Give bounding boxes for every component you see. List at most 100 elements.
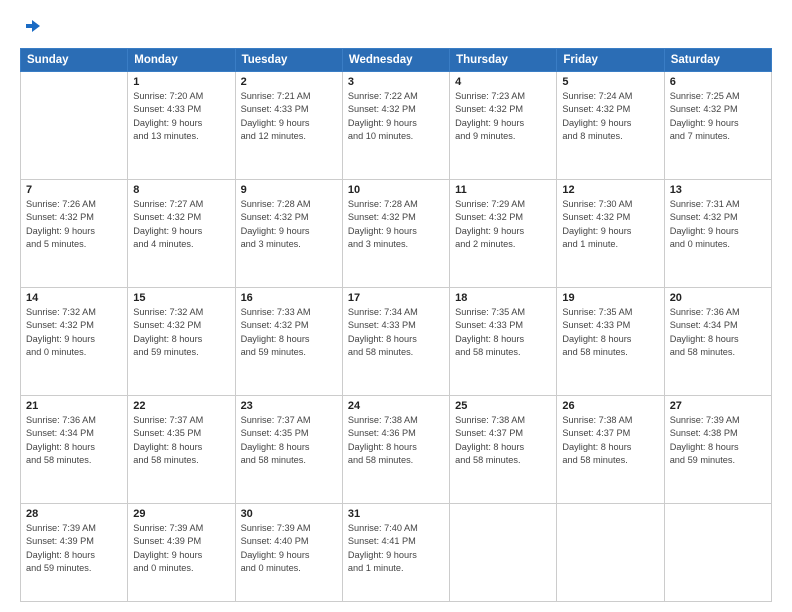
sunrise-text: Sunrise: 7:39 AM <box>241 523 311 533</box>
calendar-cell: 24Sunrise: 7:38 AMSunset: 4:36 PMDayligh… <box>342 395 449 503</box>
day-info: Sunrise: 7:22 AM Sunset: 4:32 PM Daylight:… <box>348 90 444 143</box>
calendar-cell: 17Sunrise: 7:34 AMSunset: 4:33 PMDayligh… <box>342 287 449 395</box>
day-info: Sunrise: 7:20 AMSunset: 4:33 PMDaylight:… <box>133 90 229 143</box>
day-number: 4 <box>455 76 551 88</box>
calendar-cell: 28Sunrise: 7:39 AMSunset: 4:39 PMDayligh… <box>21 503 128 601</box>
daylight-minutes-text: and 59 minutes. <box>241 347 306 357</box>
sunset-text: Sunset: 4:41 PM <box>348 536 416 546</box>
day-number: 1 <box>133 76 229 88</box>
sunrise-text: Sunrise: 7:33 AM <box>241 307 311 317</box>
day-number: 24 <box>348 400 444 412</box>
daylight-text: Daylight: 8 hours <box>241 334 310 344</box>
calendar-week-row: 14Sunrise: 7:32 AMSunset: 4:32 PMDayligh… <box>21 287 772 395</box>
daylight-minutes-text: and 7 minutes. <box>670 131 730 141</box>
day-info: Sunrise: 7:30 AMSunset: 4:32 PMDaylight:… <box>562 198 658 251</box>
sunset-text: Sunset: 4:37 PM <box>455 428 523 438</box>
sunrise-text: Sunrise: 7:37 AM <box>133 415 203 425</box>
sunset-text: Sunset: 4:33 PM <box>455 320 523 330</box>
sunrise-text: Sunrise: 7:28 AM <box>348 199 418 209</box>
daylight-text: Daylight: 8 hours <box>348 334 417 344</box>
sunrise-text: Sunrise: 7:35 AM <box>455 307 525 317</box>
calendar-cell: 3Sunrise: 7:22 AMSunset: 4:32 PMDaylight… <box>342 72 449 180</box>
sunset-text: Sunset: 4:32 PM <box>562 212 630 222</box>
daylight-minutes-text: and 59 minutes. <box>133 347 198 357</box>
day-number: 5 <box>562 76 658 88</box>
day-number: 17 <box>348 292 444 304</box>
day-info: Sunrise: 7:35 AMSunset: 4:33 PMDaylight:… <box>562 306 658 359</box>
daylight-minutes-text: and 58 minutes. <box>562 455 627 465</box>
day-number: 15 <box>133 292 229 304</box>
daylight-text: Daylight: 9 hours <box>26 226 95 236</box>
sunset-text: Sunset: 4:32 PM <box>241 320 309 330</box>
day-info: Sunrise: 7:40 AMSunset: 4:41 PMDaylight:… <box>348 522 444 575</box>
daylight-text: Daylight: 8 hours <box>455 334 524 344</box>
sunset-text: Sunset: 4:35 PM <box>241 428 309 438</box>
daylight-minutes-text: and 9 minutes. <box>455 131 515 141</box>
daylight-minutes-text: and 58 minutes. <box>562 347 627 357</box>
sunrise-text: Sunrise: 7:34 AM <box>348 307 418 317</box>
sunrise-text: Sunrise: 7:22 AM <box>348 91 418 101</box>
day-number: 31 <box>348 508 444 520</box>
calendar-cell: 14Sunrise: 7:32 AMSunset: 4:32 PMDayligh… <box>21 287 128 395</box>
calendar-cell: 23Sunrise: 7:37 AMSunset: 4:35 PMDayligh… <box>235 395 342 503</box>
calendar-cell: 7Sunrise: 7:26 AMSunset: 4:32 PMDaylight… <box>21 179 128 287</box>
calendar-cell: 6Sunrise: 7:25 AMSunset: 4:32 PMDaylight… <box>664 72 771 180</box>
sunrise-text: Sunrise: 7:20 AM <box>133 91 203 101</box>
calendar-cell: 25 Sunrise: 7:38 AMSunset: 4:37 PMDayligh… <box>450 395 557 503</box>
calendar-cell <box>450 503 557 601</box>
daylight-minutes-text: and 58 minutes. <box>133 455 198 465</box>
day-number: 25 <box>455 400 551 412</box>
daylight-minutes-text: and 8 minutes. <box>562 131 622 141</box>
sunset-text: Sunset: 4:32 PM <box>670 104 738 114</box>
daylight-minutes-text: and 0 minutes. <box>26 347 86 357</box>
calendar-cell: 13Sunrise: 7:31 AMSunset: 4:32 PMDayligh… <box>664 179 771 287</box>
daylight-text: Daylight: 9 hours <box>133 550 202 560</box>
daylight-minutes-text: and 58 minutes. <box>241 455 306 465</box>
sunrise-text: Sunrise: 7:31 AM <box>670 199 740 209</box>
daylight-minutes-text: and 3 minutes. <box>241 239 301 249</box>
day-number: 13 <box>670 184 766 196</box>
calendar-table: SundayMondayTuesdayWednesdayThursdayFrid… <box>20 48 772 602</box>
day-info: Sunrise: 7:36 AMSunset: 4:34 PMDaylight:… <box>26 414 122 467</box>
daylight-text: Daylight: 9 hours <box>241 118 310 128</box>
sunrise-text: Sunrise: 7:26 AM <box>26 199 96 209</box>
daylight-text: Daylight: 9 hours <box>670 118 739 128</box>
daylight-text: Daylight: 9 hours <box>348 550 417 560</box>
calendar-week-row: 21Sunrise: 7:36 AMSunset: 4:34 PMDayligh… <box>21 395 772 503</box>
header <box>20 18 772 38</box>
sunrise-text: Sunrise: 7:32 AM <box>26 307 96 317</box>
calendar-cell: 8Sunrise: 7:27 AMSunset: 4:32 PMDaylight… <box>128 179 235 287</box>
weekday-header-tuesday: Tuesday <box>235 49 342 72</box>
sunrise-text: Sunrise: 7:36 AM <box>670 307 740 317</box>
calendar-cell: 27Sunrise: 7:39 AMSunset: 4:38 PMDayligh… <box>664 395 771 503</box>
day-info: Sunrise: 7:29 AMSunset: 4:32 PMDaylight:… <box>455 198 551 251</box>
sunrise-text: Sunrise: 7:24 AM <box>562 91 632 101</box>
sunset-text: Sunset: 4:32 PM <box>348 104 416 114</box>
sunrise-text: Sunrise: 7:35 AM <box>562 307 632 317</box>
calendar-cell <box>21 72 128 180</box>
daylight-text: Daylight: 9 hours <box>241 550 310 560</box>
sunset-text: Sunset: 4:40 PM <box>241 536 309 546</box>
sunset-text: Sunset: 4:35 PM <box>133 428 201 438</box>
sunrise-text: Sunrise: 7:28 AM <box>241 199 311 209</box>
calendar-cell: 4Sunrise: 7:23 AMSunset: 4:32 PMDaylight… <box>450 72 557 180</box>
daylight-text: Daylight: 8 hours <box>26 550 95 560</box>
day-info: Sunrise: 7:38 AMSunset: 4:37 PMDaylight:… <box>455 414 551 467</box>
sunrise-text: Sunrise: 7:36 AM <box>26 415 96 425</box>
day-info: Sunrise: 7:35 AM Sunset: 4:33 PM Daylight:… <box>455 306 551 359</box>
calendar-cell: 15Sunrise: 7:32 AMSunset: 4:32 PMDayligh… <box>128 287 235 395</box>
daylight-text: Daylight: 9 hours <box>133 118 202 128</box>
daylight-text: Daylight: 9 hours <box>348 118 417 128</box>
calendar-cell: 10Sunrise: 7:28 AMSunset: 4:32 PMDayligh… <box>342 179 449 287</box>
day-info: Sunrise: 7:36 AMSunset: 4:34 PMDaylight:… <box>670 306 766 359</box>
day-number: 29 <box>133 508 229 520</box>
sunrise-text: Sunrise: 7:25 AM <box>670 91 740 101</box>
day-number: 8 <box>133 184 229 196</box>
sunset-text: Sunset: 4:33 PM <box>562 320 630 330</box>
day-info: Sunrise: 7:39 AMSunset: 4:39 PMDaylight:… <box>133 522 229 575</box>
day-info: Sunrise: 7:38 AMSunset: 4:37 PMDaylight:… <box>562 414 658 467</box>
sunrise-text: Sunrise: 7:21 AM <box>241 91 311 101</box>
calendar-cell: 11Sunrise: 7:29 AMSunset: 4:32 PMDayligh… <box>450 179 557 287</box>
daylight-text: Daylight: 8 hours <box>670 442 739 452</box>
sunrise-text: Sunrise: 7:38 AM <box>348 415 418 425</box>
